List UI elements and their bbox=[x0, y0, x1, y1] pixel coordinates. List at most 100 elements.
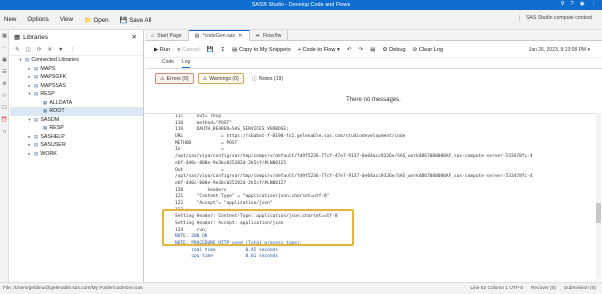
library-tree-item[interactable]: ▸ ▤ WORK bbox=[10, 150, 143, 159]
log-line: e6f-4d0c-808e-9e3bc025282d-2k5sf/#LN0012… bbox=[175, 160, 287, 166]
apps-icon[interactable]: ⋮ bbox=[591, 1, 597, 7]
menu-view[interactable]: View bbox=[60, 16, 73, 23]
user-icon[interactable]: ◉ bbox=[580, 1, 585, 7]
log-output[interactable]: 117 out= resp 118 method="POST" 119 OAUTH_… bbox=[145, 113, 596, 279]
tab-code[interactable]: Code bbox=[162, 59, 174, 68]
redo-icon[interactable]: ↷ bbox=[359, 47, 364, 53]
library-tree-label: MAPSSAS bbox=[40, 82, 66, 89]
table-icon: ▦ bbox=[43, 125, 48, 130]
tasks-rail-icon[interactable]: ⚙ bbox=[0, 78, 9, 90]
tab-start-page[interactable]: ⌂ Start Page bbox=[145, 30, 189, 41]
expand-icon[interactable]: ▸ bbox=[27, 141, 32, 150]
warning-icon: ⚠ bbox=[202, 75, 208, 82]
expand-icon[interactable]: ▾ bbox=[18, 56, 23, 65]
tab-flow[interactable]: ⇛ Flow.flw bbox=[250, 30, 289, 41]
error-icon: ⚠ bbox=[160, 75, 165, 82]
libraries-panel: ▦ Libraries ✕ ✎ ◫ ⟳ ✕ ▼ ⋮ ▾ ▤ Connected Li… bbox=[10, 30, 144, 282]
library-tree-item[interactable]: ▾ ▤ Connected Libraries bbox=[10, 56, 143, 65]
menu-options[interactable]: Options bbox=[27, 16, 48, 23]
cancel-label: Cancel bbox=[182, 46, 200, 53]
expand-icon[interactable]: ▸ bbox=[27, 65, 32, 74]
format-icon[interactable]: ▤ bbox=[370, 47, 375, 53]
library-icon: ▤ bbox=[34, 91, 39, 96]
libraries-toolbar: ✎ ◫ ⟳ ✕ ▼ ⋮ bbox=[10, 44, 143, 56]
expand-icon[interactable]: ▸ bbox=[27, 133, 32, 142]
library-tree-item[interactable]: ▦ RESP bbox=[10, 124, 143, 133]
history-rail-icon[interactable]: ⏰ bbox=[0, 114, 9, 126]
log-line: 117 out= resp bbox=[175, 114, 222, 119]
expand-icon[interactable]: ▸ bbox=[27, 82, 32, 91]
title-bar: SAS® Studio - Develop Code and Flows ⚲ ?… bbox=[0, 0, 602, 10]
menu-new[interactable]: New bbox=[4, 16, 16, 23]
warnings-label: Warnings (0) bbox=[209, 75, 239, 82]
close-tab-icon[interactable]: ✕ bbox=[238, 33, 242, 39]
library-tree-item[interactable]: ▦ ROOT bbox=[10, 107, 143, 116]
download-icon[interactable]: ↧ bbox=[220, 47, 225, 53]
git-rail-icon[interactable]: ☉ bbox=[0, 90, 9, 102]
code-to-flow-button[interactable]: + Code to Flow ▾ bbox=[298, 47, 340, 53]
library-tree-item[interactable]: ▾ ▤ RESP bbox=[10, 90, 143, 99]
library-tree-label: ALLDATA bbox=[49, 99, 73, 106]
cancel-button[interactable]: ■ Cancel bbox=[177, 47, 199, 53]
library-icon: ▤ bbox=[34, 65, 39, 71]
recover-button[interactable]: Recover (0) bbox=[531, 286, 556, 291]
expand-icon[interactable]: ▸ bbox=[27, 150, 32, 159]
log-line: e6f-4d0c-808e-9e3bc025282d-2k5sf/#LN0012… bbox=[175, 180, 287, 186]
table-icon: ▦ bbox=[43, 108, 48, 113]
menu-save-all[interactable]: 💾 Save All bbox=[120, 16, 152, 24]
library-rail-icon[interactable]: ▦ bbox=[0, 30, 9, 42]
notes-filter[interactable]: ⓘ Notes (19) bbox=[248, 73, 287, 84]
timestamp: Jan 26, 2023, 9:13:08 PM ▾ bbox=[529, 47, 590, 53]
run-button[interactable]: ▶ Run bbox=[154, 47, 170, 53]
folder-rail-icon[interactable]: □ bbox=[0, 126, 9, 138]
view-icon[interactable]: ◫ bbox=[26, 47, 31, 53]
library-icon: ▦ bbox=[14, 34, 21, 41]
chevron-down-icon[interactable]: ▾ bbox=[587, 47, 590, 53]
copy-button[interactable]: ▤ Copy to My Snippets bbox=[232, 47, 290, 53]
clipboard-rail-icon[interactable]: ☐ bbox=[0, 102, 9, 114]
library-tree: ▾ ▤ Connected Libraries ▸ ▤ MAPS ▸ ▤ MAPSGFK ▸ ▤ MA… bbox=[10, 56, 143, 158]
debug-button[interactable]: ⚙ Debug bbox=[383, 47, 406, 53]
expand-icon[interactable]: ▸ bbox=[27, 73, 32, 82]
help-icon[interactable]: ? bbox=[571, 1, 574, 7]
submission-button[interactable]: Submission (0) bbox=[564, 286, 596, 291]
log-scrollbar[interactable] bbox=[596, 113, 601, 279]
save-icon[interactable]: 💾 bbox=[207, 47, 214, 53]
copy-label: Copy to My Snippets bbox=[239, 46, 291, 53]
close-icon[interactable]: ✕ bbox=[132, 33, 137, 41]
warnings-filter[interactable]: ⚠ Warnings (0) bbox=[197, 73, 244, 84]
clear-log-button[interactable]: ⊘ Clear Log bbox=[413, 47, 444, 53]
compute-context[interactable]: SAS Studio compute context bbox=[518, 15, 592, 21]
log-note-line: cpu time 0.01 seconds bbox=[175, 254, 278, 260]
errors-filter[interactable]: ⚠ Errors (0) bbox=[155, 73, 194, 84]
library-tree-item[interactable]: ▾ ▤ SASDM bbox=[10, 116, 143, 125]
log-line: /opt/sas/viya/config/var/tmp/compsrv/def… bbox=[175, 154, 533, 160]
library-tree-item[interactable]: ▸ ▤ MAPSGFK bbox=[10, 73, 143, 82]
filter-icon[interactable]: ▼ bbox=[58, 47, 63, 53]
snippet-icon: ▤ bbox=[232, 46, 238, 53]
explorer-rail-icon[interactable]: ▫ bbox=[0, 42, 9, 54]
debug-label: Debug bbox=[389, 46, 406, 53]
scroll-thumb[interactable] bbox=[596, 203, 601, 223]
code-icon: ▤ bbox=[194, 33, 200, 39]
search-icon[interactable]: ⚲ bbox=[561, 1, 565, 7]
delete-icon[interactable]: ✕ bbox=[47, 47, 52, 53]
more-icon[interactable]: ⋮ bbox=[69, 47, 75, 53]
library-tree-label: ROOT bbox=[49, 108, 65, 114]
steps-rail-icon[interactable]: ☰ bbox=[0, 66, 9, 78]
menu-open[interactable]: 📁 Open bbox=[84, 16, 109, 24]
library-tree-item[interactable]: ▸ ▤ MAPS bbox=[10, 65, 143, 74]
expand-icon[interactable]: ▾ bbox=[27, 116, 32, 125]
library-tree-item[interactable]: ▸ ▤ SASUSER bbox=[10, 141, 143, 150]
stop-icon: ■ bbox=[177, 46, 181, 53]
library-tree-item[interactable]: ▸ ▤ SASHELP bbox=[10, 133, 143, 142]
refresh-icon[interactable]: ⟳ bbox=[37, 47, 42, 53]
snippets-rail-icon[interactable]: ▣ bbox=[0, 54, 9, 66]
library-tree-item[interactable]: ▦ ALLDATA bbox=[10, 99, 143, 108]
undo-icon[interactable]: ↶ bbox=[347, 47, 352, 53]
tab-codegen[interactable]: ▤ *codeGen.sas ✕ bbox=[188, 30, 250, 41]
library-tree-item[interactable]: ▸ ▤ MAPSSAS bbox=[10, 82, 143, 91]
new-library-icon[interactable]: ✎ bbox=[15, 47, 20, 53]
tab-log[interactable]: Log bbox=[181, 59, 191, 68]
expand-icon[interactable]: ▾ bbox=[27, 90, 32, 99]
